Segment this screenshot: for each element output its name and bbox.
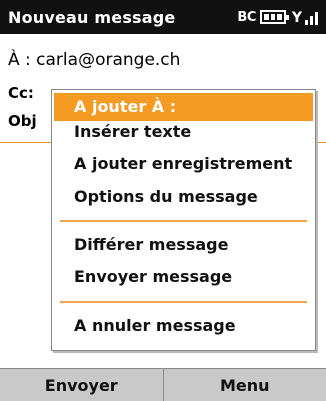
menu-item-cancel-message[interactable]: A nnuler message [52, 316, 315, 335]
softkey-bar: Envoyer Menu [0, 368, 326, 401]
menu-item-add-recording[interactable]: A jouter enregistrement [52, 154, 315, 173]
context-menu: A jouter À : Insérer texte A jouter enre… [51, 89, 316, 351]
menu-item-add-to[interactable]: A jouter À : [54, 93, 313, 121]
menu-item-insert-text[interactable]: Insérer texte [52, 122, 315, 141]
menu-separator [60, 301, 307, 303]
to-label: À : [8, 50, 31, 70]
signal-icon: Y [292, 9, 318, 25]
battery-icon [259, 10, 289, 24]
subject-field[interactable]: Obj [8, 112, 37, 130]
status-bar: BC Y [237, 9, 318, 25]
menu-item-message-options[interactable]: Options du message [52, 187, 315, 206]
title-bar: Nouveau message BC Y [0, 0, 326, 34]
send-softkey[interactable]: Envoyer [0, 369, 163, 401]
cc-field[interactable]: Cc: [8, 84, 34, 102]
menu-item-defer-message[interactable]: Différer message [52, 235, 315, 254]
menu-item-send-message[interactable]: Envoyer message [52, 267, 315, 286]
to-field[interactable]: À : carla@orange.ch [8, 50, 180, 70]
bluetooth-indicator: BC [237, 9, 256, 25]
to-value: carla@orange.ch [36, 50, 181, 70]
app-title: Nouveau message [8, 7, 176, 27]
menu-softkey[interactable]: Menu [162, 369, 326, 401]
menu-separator [60, 220, 307, 222]
